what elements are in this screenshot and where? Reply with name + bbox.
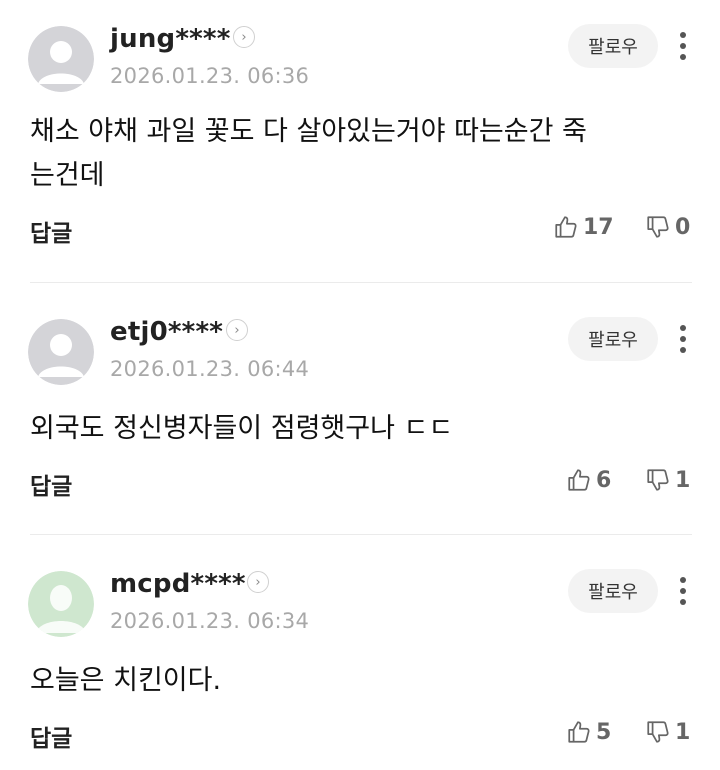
dislike-count: 0 — [675, 214, 691, 240]
username[interactable]: mcpd**** — [110, 569, 246, 599]
reply-button[interactable]: 답글 — [30, 467, 72, 501]
reply-button[interactable]: 답글 — [30, 214, 72, 248]
comment-text: 외국도 정신병자들이 점령햇구나 ㄷㄷ — [30, 413, 454, 444]
more-options-icon[interactable] — [672, 26, 694, 66]
like-button[interactable]: 6 — [566, 467, 611, 493]
like-count: 17 — [583, 214, 614, 240]
profile-arrow-icon[interactable]: › — [226, 319, 248, 341]
dislike-count: 1 — [675, 467, 691, 493]
like-button[interactable]: 5 — [566, 719, 611, 745]
thumbs-down-icon — [647, 469, 669, 491]
profile-arrow-icon[interactable]: › — [233, 26, 255, 48]
comment-item: jung**** › 2026.01.23. 06:36 팔로우 채소 야채 과… — [0, 0, 720, 283]
thumbs-down-icon — [647, 216, 669, 238]
dislike-count: 1 — [675, 719, 691, 745]
more-options-icon[interactable] — [672, 571, 694, 611]
username[interactable]: etj0**** — [110, 317, 223, 347]
dislike-button[interactable]: 1 — [645, 719, 690, 745]
comment-text: 채소 야채 과일 꽃도 다 살아있는거야 따는순간 죽 는건데 — [30, 116, 587, 191]
follow-button[interactable]: 팔로우 — [568, 24, 658, 68]
thumbs-up-icon — [555, 216, 577, 238]
silhouette-avatar-icon[interactable] — [28, 571, 94, 637]
username[interactable]: jung**** — [110, 24, 231, 54]
like-count: 5 — [596, 719, 612, 745]
thumbs-up-icon — [568, 469, 590, 491]
comment-text: 오늘은 치킨이다. — [30, 665, 222, 696]
comment-item: mcpd**** › 2026.01.23. 06:34 팔로우 오늘은 치킨이… — [0, 535, 720, 770]
dislike-button[interactable]: 1 — [645, 467, 690, 493]
like-button[interactable]: 17 — [553, 214, 614, 240]
comment-list: jung**** › 2026.01.23. 06:36 팔로우 채소 야채 과… — [0, 0, 720, 770]
default-avatar-icon[interactable] — [28, 319, 94, 385]
more-options-icon[interactable] — [672, 319, 694, 359]
follow-button[interactable]: 팔로우 — [568, 317, 658, 361]
default-avatar-icon[interactable] — [28, 26, 94, 92]
profile-arrow-icon[interactable]: › — [247, 571, 269, 593]
timestamp: 2026.01.23. 06:36 — [110, 64, 310, 88]
dislike-button[interactable]: 0 — [645, 214, 690, 240]
thumbs-down-icon — [647, 721, 669, 743]
comment-item: etj0**** › 2026.01.23. 06:44 팔로우 외국도 정신병… — [0, 283, 720, 535]
follow-button[interactable]: 팔로우 — [568, 569, 658, 613]
timestamp: 2026.01.23. 06:44 — [110, 357, 310, 381]
reply-button[interactable]: 답글 — [30, 719, 72, 753]
like-count: 6 — [596, 467, 612, 493]
timestamp: 2026.01.23. 06:34 — [110, 609, 310, 633]
thumbs-up-icon — [568, 721, 590, 743]
